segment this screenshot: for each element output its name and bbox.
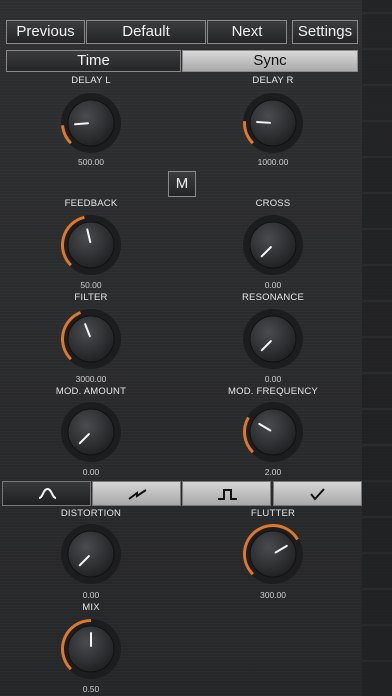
feedback-knob-graphic bbox=[61, 215, 121, 275]
next-button[interactable]: Next bbox=[207, 20, 287, 44]
waveform-triangle-button[interactable] bbox=[273, 481, 362, 506]
knob-body bbox=[249, 221, 297, 269]
preset-name-button[interactable]: Default bbox=[86, 20, 206, 44]
knob-pointer bbox=[74, 122, 90, 126]
knob-body bbox=[67, 221, 115, 269]
mix-knob[interactable] bbox=[59, 617, 123, 681]
knob-body bbox=[67, 315, 115, 363]
waveform-sine-button[interactable] bbox=[2, 481, 91, 506]
triangle-wave-icon bbox=[310, 488, 325, 501]
flutter-value: 300.00 bbox=[260, 590, 286, 600]
mod-amount-knob[interactable] bbox=[59, 400, 123, 464]
knob-body bbox=[67, 99, 115, 147]
delay-r-knob[interactable] bbox=[241, 91, 305, 155]
delay-l-label: DELAY L bbox=[71, 75, 111, 86]
knob-body bbox=[67, 408, 115, 456]
resonance-knob-graphic bbox=[243, 309, 303, 369]
settings-button[interactable]: Settings bbox=[292, 20, 358, 44]
knob-pointer bbox=[256, 120, 272, 124]
delay-r-value: 1000.00 bbox=[257, 157, 289, 167]
flutter-label: FLUTTER bbox=[250, 508, 296, 519]
mod-frequency-knob-graphic bbox=[243, 402, 303, 462]
waveform-square-button[interactable] bbox=[182, 481, 271, 506]
delay-l-value: 500.00 bbox=[78, 157, 104, 167]
mod-amount-label: MOD. AMOUNT bbox=[55, 386, 127, 397]
distortion-label: DISTORTION bbox=[60, 508, 122, 519]
cross-knob[interactable] bbox=[241, 213, 305, 277]
flutter-knob-graphic bbox=[243, 524, 303, 584]
sine-wave-icon bbox=[38, 487, 57, 499]
knob-body bbox=[249, 315, 297, 363]
knob-body bbox=[249, 408, 297, 456]
distortion-knob-graphic bbox=[61, 524, 121, 584]
mod-amount-knob-graphic bbox=[61, 402, 121, 462]
cross-value: 0.00 bbox=[264, 280, 282, 290]
distortion-knob[interactable] bbox=[59, 522, 123, 586]
previous-button[interactable]: Previous bbox=[6, 20, 85, 44]
filter-knob[interactable] bbox=[59, 307, 123, 371]
knob-body bbox=[249, 99, 297, 147]
delay-l-knob-graphic bbox=[61, 93, 121, 153]
feedback-label: FEEDBACK bbox=[64, 198, 118, 209]
tab-sync[interactable]: Sync bbox=[182, 50, 358, 72]
knob-body bbox=[67, 530, 115, 578]
mix-label: MIX bbox=[82, 602, 100, 613]
tab-time[interactable]: Time bbox=[6, 50, 181, 72]
filter-label: FILTER bbox=[74, 292, 108, 303]
distortion-value: 0.00 bbox=[82, 590, 100, 600]
waveform-sawtooth-button[interactable] bbox=[92, 481, 181, 506]
delay-r-knob-graphic bbox=[243, 93, 303, 153]
delay-r-label: DELAY R bbox=[252, 75, 294, 86]
knob-body bbox=[249, 530, 297, 578]
filter-value: 3000.00 bbox=[75, 374, 107, 384]
resonance-label: RESONANCE bbox=[242, 292, 304, 303]
sawtooth-wave-icon bbox=[128, 489, 147, 500]
resonance-value: 0.00 bbox=[264, 374, 282, 384]
cross-knob-graphic bbox=[243, 215, 303, 275]
mod-frequency-knob[interactable] bbox=[241, 400, 305, 464]
filter-knob-graphic bbox=[61, 309, 121, 369]
mod-frequency-label: MOD. FREQUENCY bbox=[228, 386, 318, 397]
mix-value: 0.50 bbox=[82, 684, 100, 694]
feedback-knob[interactable] bbox=[59, 213, 123, 277]
mod-amount-value: 0.00 bbox=[82, 467, 100, 477]
side-rail bbox=[362, 0, 392, 696]
cross-label: CROSS bbox=[255, 198, 291, 209]
modulation-m-button[interactable]: M bbox=[168, 171, 196, 197]
mix-knob-graphic bbox=[61, 619, 121, 679]
flutter-knob[interactable] bbox=[241, 522, 305, 586]
delay-l-knob[interactable] bbox=[59, 91, 123, 155]
resonance-knob[interactable] bbox=[241, 307, 305, 371]
feedback-value: 50.00 bbox=[80, 280, 102, 290]
mod-frequency-value: 2.00 bbox=[264, 467, 282, 477]
square-wave-icon bbox=[218, 489, 237, 500]
